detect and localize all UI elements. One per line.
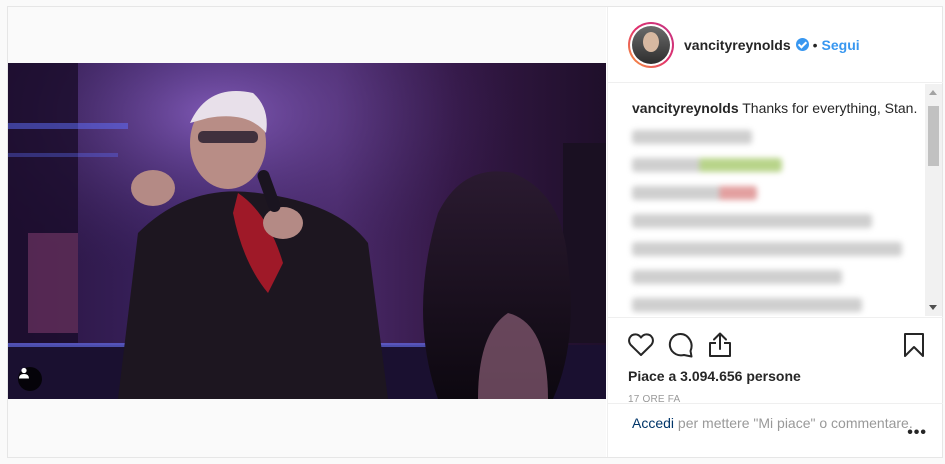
share-icon [709, 332, 731, 357]
comments-scrollbar[interactable] [925, 84, 942, 316]
login-prompt-text: per mettere "Mi piace" o commentare. [677, 415, 913, 431]
heart-icon [628, 333, 654, 356]
more-options-icon[interactable]: ••• [907, 423, 927, 442]
scrollbar-thumb[interactable] [928, 106, 939, 166]
blurred-line [632, 130, 752, 144]
blurred-comments [632, 130, 923, 312]
like-button[interactable] [628, 329, 668, 361]
blurred-line [632, 214, 872, 228]
separator-dot: • [812, 36, 818, 53]
follow-button[interactable]: Segui [822, 37, 860, 53]
user-tag-button[interactable] [18, 367, 42, 391]
post-actions: Piace a 3.094.656 persone 17 ORE FA [608, 317, 943, 405]
comment-icon [668, 333, 693, 358]
caption-text: Thanks for everything, Stan. [742, 100, 918, 116]
comment-button[interactable] [668, 329, 708, 361]
post-sidebar: vancityreynolds • Segui vancityreynolds … [607, 7, 943, 457]
username[interactable]: vancityreynolds [684, 37, 791, 53]
post-header: vancityreynolds • Segui [608, 7, 943, 83]
bookmark-icon [904, 333, 924, 357]
caption: vancityreynolds Thanks for everything, S… [632, 98, 923, 118]
user-tag-icon [19, 367, 29, 379]
blurred-line [632, 158, 782, 172]
scroll-down-icon[interactable] [929, 305, 937, 310]
blurred-line [632, 186, 757, 200]
scroll-up-icon[interactable] [929, 90, 937, 95]
blurred-line [632, 242, 902, 256]
avatar-image [632, 25, 670, 64]
likes-count[interactable]: Piace a 3.094.656 persone [628, 368, 927, 384]
post-photo[interactable] [8, 63, 606, 399]
login-prompt: Accedi per mettere "Mi piace" o commenta… [608, 403, 943, 457]
share-button[interactable] [708, 329, 748, 361]
comments-section: vancityreynolds Thanks for everything, S… [608, 84, 943, 316]
blurred-line [632, 298, 862, 312]
instagram-post: vancityreynolds • Segui vancityreynolds … [7, 6, 943, 458]
post-media [8, 7, 606, 457]
avatar[interactable] [628, 21, 674, 68]
caption-username[interactable]: vancityreynolds [632, 100, 739, 116]
photo-illustration [8, 63, 606, 399]
save-button[interactable] [903, 329, 927, 361]
blurred-line [632, 270, 842, 284]
verified-badge-icon [795, 38, 809, 51]
login-link[interactable]: Accedi [632, 415, 674, 431]
